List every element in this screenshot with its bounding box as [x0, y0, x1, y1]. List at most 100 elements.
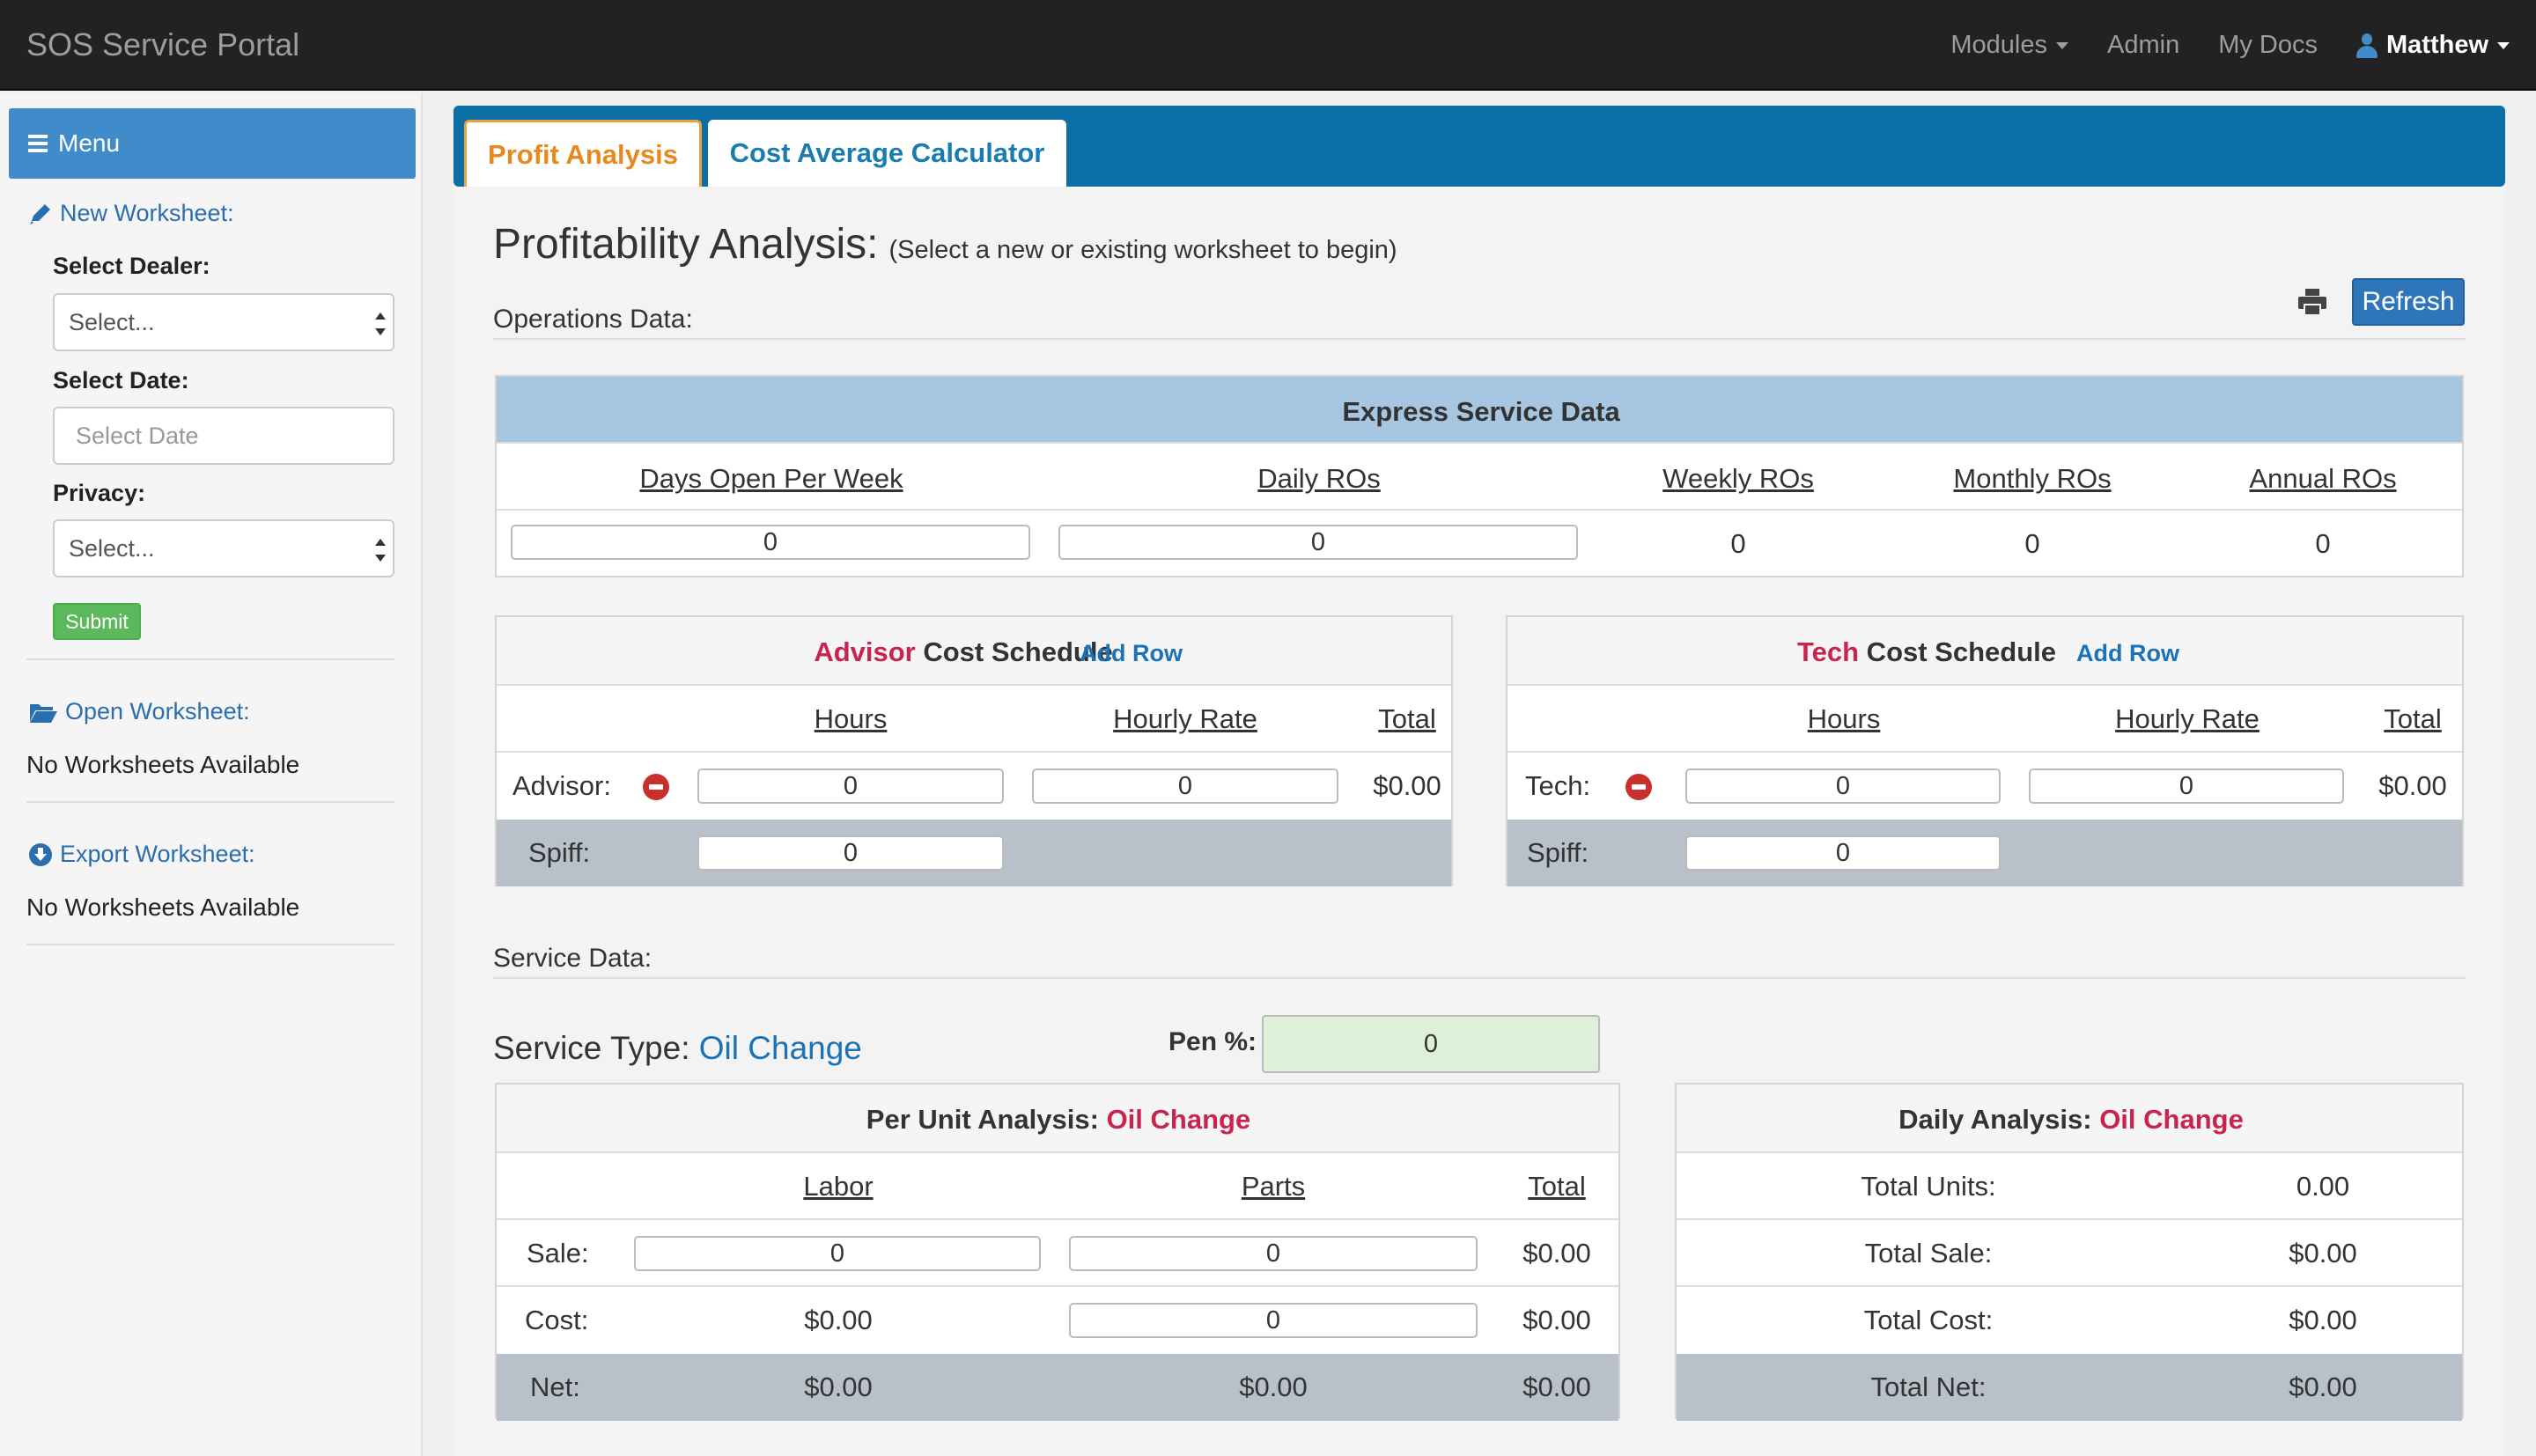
advisor-total-value: $0.00: [1373, 770, 1441, 801]
cost-parts-input[interactable]: 0: [1069, 1303, 1478, 1338]
nav-modules[interactable]: Modules: [1950, 31, 2068, 60]
submit-button[interactable]: Submit: [53, 603, 141, 640]
per-unit-cost-label: Cost:: [525, 1305, 589, 1335]
divider: [26, 801, 394, 803]
advisor-add-row-link[interactable]: Add Row: [1080, 640, 1183, 667]
tech-cost-header: Tech Cost Schedule Add Row: [1508, 617, 2462, 686]
express-service-panel: Express Service Data Days Open Per Week …: [495, 375, 2464, 577]
remove-row-icon[interactable]: [643, 774, 669, 800]
col-annual-ros: Annual ROs: [2249, 463, 2397, 494]
advisor-title-accent: Advisor: [814, 636, 916, 667]
advisor-cost-title: Advisor Cost Schedule: [814, 636, 1112, 668]
advisor-rate-input[interactable]: 0: [1032, 768, 1338, 804]
sidebar: Menu New Worksheet: Select Dealer: Selec…: [0, 92, 423, 1456]
tech-cost-title: Tech Cost Schedule: [1797, 636, 2056, 668]
advisor-row: Advisor: 0 0 $0.00: [497, 753, 1451, 820]
tech-title-accent: Tech: [1796, 636, 1860, 667]
pencil-icon: [30, 203, 50, 224]
tech-rate-input[interactable]: 0: [2029, 768, 2344, 804]
user-icon: [2356, 33, 2378, 58]
divider: [26, 944, 394, 945]
download-circle-icon: [29, 842, 52, 866]
tech-cost-panel: Tech Cost Schedule Add Row Hours Hourly …: [1506, 615, 2464, 886]
open-worksheet-link[interactable]: Open Worksheet:: [28, 698, 250, 725]
daily-header: Daily Analysis: Oil Change: [1677, 1085, 2462, 1153]
select-dealer-dropdown[interactable]: Select...: [53, 293, 394, 351]
select-dealer-value: Select...: [69, 308, 155, 335]
daily-row: Total Sale: $0.00: [1677, 1220, 2462, 1287]
monthly-ros-value: 0: [2024, 528, 2040, 559]
new-worksheet-label: New Worksheet:: [60, 200, 234, 226]
menu-header[interactable]: Menu: [9, 108, 416, 179]
daily-row-value: $0.00: [2289, 1238, 2357, 1268]
service-type-value[interactable]: Oil Change: [699, 1030, 862, 1066]
col-weekly-ros: Weekly ROs: [1662, 463, 1814, 494]
net-parts-value: $0.00: [1239, 1371, 1308, 1402]
sale-parts-input[interactable]: 0: [1069, 1236, 1478, 1271]
express-service-column-headers: Days Open Per Week Daily ROs Weekly ROs …: [497, 444, 2462, 511]
tab-cost-average-calculator[interactable]: Cost Average Calculator: [708, 120, 1066, 187]
express-service-header: Express Service Data: [497, 377, 2462, 444]
pen-percent-input[interactable]: 0: [1262, 1015, 1600, 1073]
folder-open-icon: [30, 703, 57, 723]
top-navbar: SOS Service Portal Modules Admin My Docs…: [0, 0, 2536, 91]
per-unit-header: Per Unit Analysis: Oil Change: [497, 1085, 1618, 1153]
per-unit-col-labor: Labor: [803, 1171, 874, 1202]
per-unit-net-row: Net: $0.00 $0.00 $0.00: [497, 1354, 1618, 1421]
select-dealer-label: Select Dealer:: [53, 253, 210, 279]
daily-row-value: $0.00: [2289, 1305, 2357, 1335]
tech-spiff-row: Spiff: 0: [1508, 820, 2462, 886]
advisor-spiff-input[interactable]: 0: [697, 835, 1004, 871]
daily-row-label: Total Units:: [1861, 1171, 1996, 1202]
new-worksheet-link[interactable]: New Worksheet:: [28, 200, 234, 227]
remove-row-icon[interactable]: [1626, 774, 1652, 800]
brand-link[interactable]: SOS Service Portal: [26, 26, 299, 63]
select-date-input[interactable]: Select Date: [53, 407, 394, 465]
daily-title: Daily Analysis: Oil Change: [1898, 1104, 2244, 1136]
export-worksheet-empty: No Worksheets Available: [26, 893, 300, 921]
weekly-ros-value: 0: [1730, 528, 1746, 559]
print-icon[interactable]: [2298, 289, 2326, 315]
tech-total-value: $0.00: [2378, 770, 2447, 801]
page-subtitle: (Select a new or existing worksheet to b…: [888, 236, 1397, 264]
daily-row-label: Total Cost:: [1863, 1305, 1994, 1335]
daily-title-accent: Oil Change: [2099, 1104, 2244, 1135]
net-total-value: $0.00: [1522, 1371, 1591, 1402]
divider: [26, 658, 394, 660]
pen-percent-label: Pen %:: [1168, 1027, 1257, 1056]
tech-row: Tech: 0 0 $0.00: [1508, 753, 2462, 820]
nav-my-docs[interactable]: My Docs: [2218, 31, 2318, 60]
per-unit-col-parts: Parts: [1241, 1171, 1306, 1202]
privacy-value: Select...: [69, 534, 155, 562]
tech-add-row-link[interactable]: Add Row: [2076, 640, 2179, 667]
express-service-title: Express Service Data: [1342, 396, 1620, 427]
sale-total-value: $0.00: [1522, 1238, 1591, 1268]
per-unit-cost-row: Cost: $0.00 0 $0.00: [497, 1287, 1618, 1354]
per-unit-col-total: Total: [1528, 1171, 1586, 1202]
days-open-input[interactable]: 0: [511, 525, 1030, 560]
advisor-hours-input[interactable]: 0: [697, 768, 1004, 804]
refresh-button[interactable]: Refresh: [2352, 278, 2465, 326]
annual-ros-value: 0: [2315, 528, 2331, 559]
daily-row: Total Cost: $0.00: [1677, 1287, 2462, 1354]
export-worksheet-label: Export Worksheet:: [60, 841, 255, 867]
per-unit-title-accent: Oil Change: [1106, 1104, 1251, 1135]
tech-spiff-input[interactable]: 0: [1685, 835, 2001, 871]
tech-col-total: Total: [2384, 703, 2442, 734]
nav-admin[interactable]: Admin: [2107, 31, 2179, 60]
sale-labor-input[interactable]: 0: [634, 1236, 1041, 1271]
advisor-col-total: Total: [1378, 703, 1436, 734]
nav-user-menu[interactable]: Matthew: [2356, 31, 2510, 60]
tech-hours-input[interactable]: 0: [1685, 768, 2001, 804]
per-unit-title-text: Per Unit Analysis:: [866, 1104, 1099, 1135]
tech-row-label: Tech:: [1525, 770, 1591, 801]
advisor-spiff-label: Spiff:: [528, 837, 591, 868]
nav-user-label: Matthew: [2386, 31, 2488, 59]
export-worksheet-link[interactable]: Export Worksheet:: [28, 841, 255, 868]
tab-profit-analysis[interactable]: Profit Analysis: [464, 120, 702, 187]
advisor-cost-header: Advisor Cost Schedule Add Row: [497, 617, 1451, 686]
privacy-dropdown[interactable]: Select...: [53, 519, 394, 577]
daily-title-text: Daily Analysis:: [1898, 1104, 2092, 1135]
open-worksheet-empty: No Worksheets Available: [26, 751, 300, 778]
daily-ros-input[interactable]: 0: [1058, 525, 1578, 560]
